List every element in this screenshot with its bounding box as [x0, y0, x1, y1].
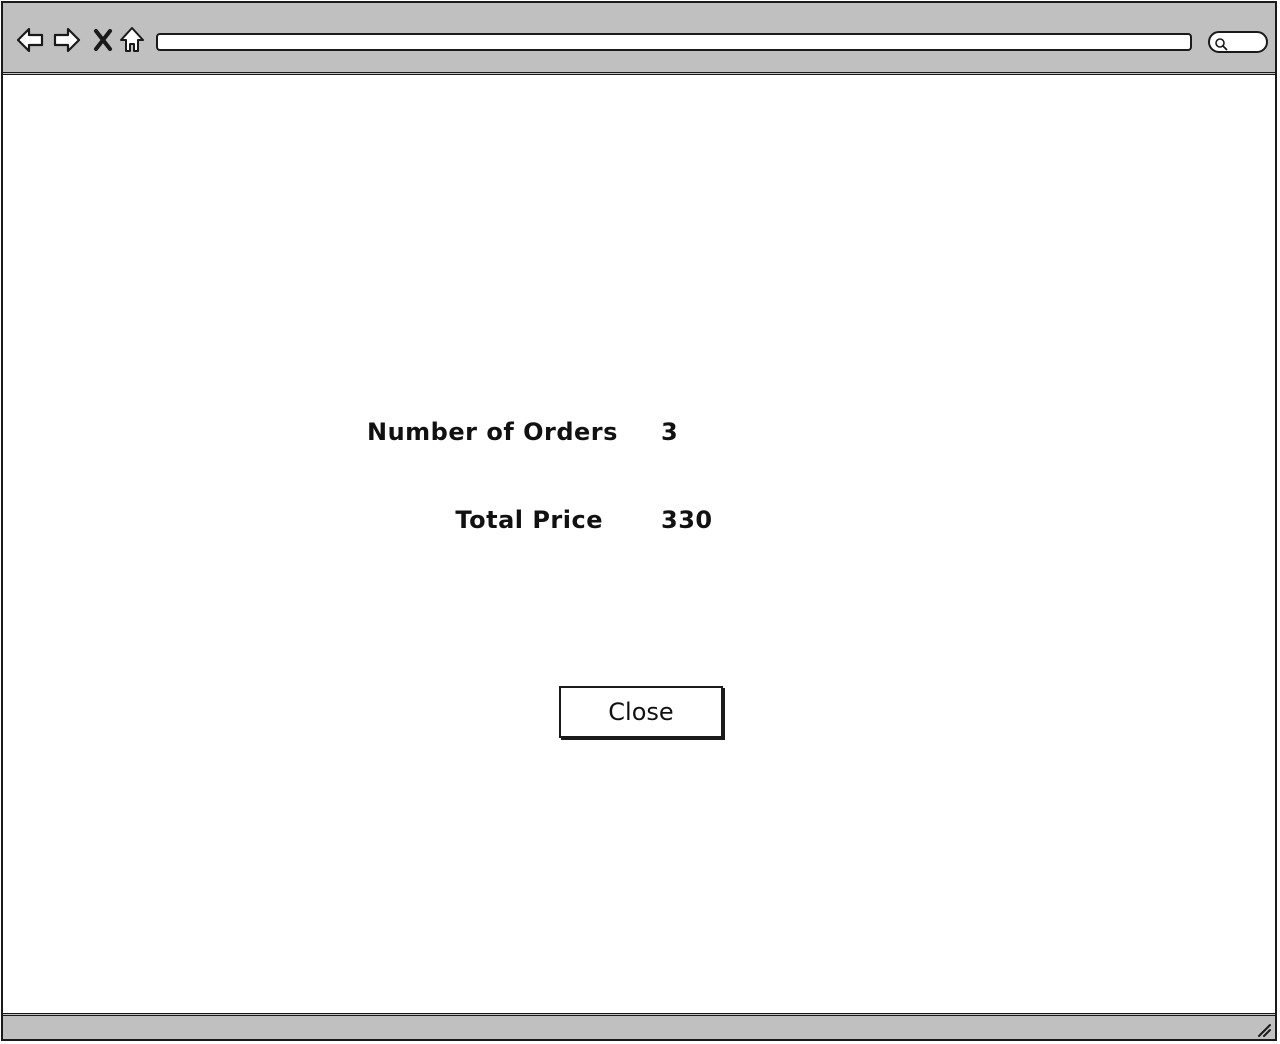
forward-arrow-icon[interactable]: [52, 25, 82, 55]
browser-toolbar: [3, 3, 1275, 75]
page-content: Number of Orders 3 Total Price 330 Close: [3, 75, 1275, 1015]
number-of-orders-label: Number of Orders: [367, 418, 618, 446]
address-bar-input[interactable]: [156, 33, 1192, 51]
home-icon[interactable]: [117, 25, 147, 55]
close-x-icon[interactable]: [89, 25, 119, 55]
total-price-label: Total Price: [455, 506, 603, 534]
browser-window: Number of Orders 3 Total Price 330 Close: [1, 1, 1277, 1041]
close-button[interactable]: Close: [559, 686, 723, 738]
resize-grip-icon[interactable]: [1255, 1021, 1271, 1037]
number-of-orders-value: 3: [661, 418, 679, 446]
back-arrow-icon[interactable]: [15, 25, 45, 55]
status-bar: [3, 1013, 1275, 1039]
total-price-value: 330: [661, 506, 713, 534]
search-button[interactable]: [1208, 31, 1268, 53]
search-icon: [1214, 36, 1228, 55]
